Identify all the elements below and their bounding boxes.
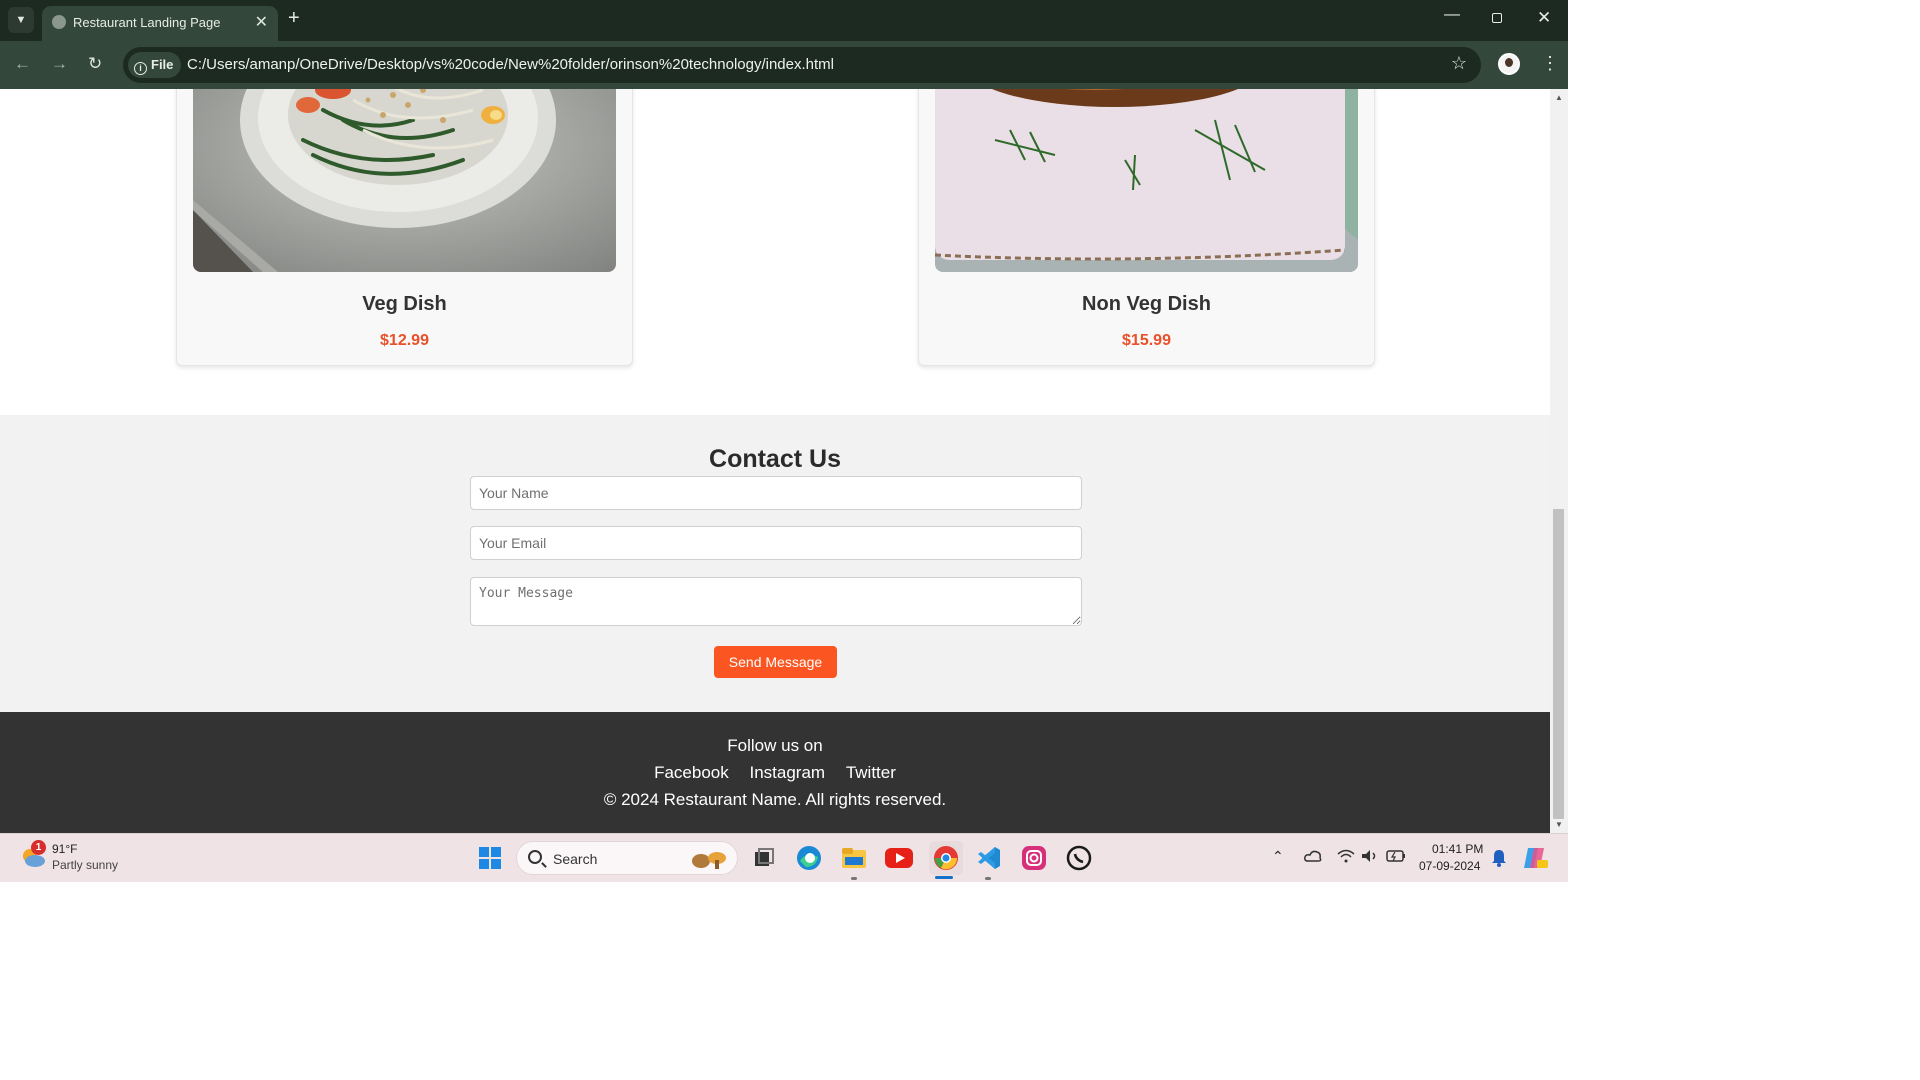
weather-notification-badge: 1 [31,840,46,855]
wifi-icon[interactable] [1337,849,1355,863]
page-viewport: Veg Dish $12.99 Non Veg Dish $15.99 Cont… [0,89,1550,833]
running-indicator [851,877,857,880]
notification-bell-icon[interactable] [1491,849,1507,867]
search-icon [528,850,542,864]
url-text[interactable]: C:/Users/amanp/OneDrive/Desktop/vs%20cod… [187,56,834,73]
active-app-indicator [935,876,953,879]
contact-section: Contact Us Send Message [0,415,1550,712]
task-view-icon[interactable] [750,844,778,872]
temperature[interactable]: 91°F [52,842,77,856]
name-field[interactable] [470,476,1082,510]
menu-card-nonveg: Non Veg Dish $15.99 [918,89,1375,366]
whatsapp-icon[interactable] [1065,844,1093,872]
windows-taskbar: 1 91°F Partly sunny Search ⌃ 01:41 PM 07… [0,833,1568,882]
bookmark-star-icon[interactable]: ☆ [1451,53,1467,74]
forward-arrow-icon[interactable]: → [51,54,68,74]
tab-close-icon[interactable]: ✕ [255,12,268,32]
back-arrow-icon[interactable]: ← [14,54,31,74]
address-bar[interactable]: i File C:/Users/amanp/OneDrive/Desktop/vs… [123,47,1481,83]
dish-price: $15.99 [1122,332,1171,349]
search-highlight-icon [692,852,726,869]
dish-price: $12.99 [380,332,429,349]
facebook-link[interactable]: Facebook [654,763,729,782]
instagram-icon[interactable] [1020,844,1048,872]
social-links: Facebook Instagram Twitter [0,763,1550,783]
reload-icon[interactable]: ↻ [88,54,102,74]
window-close-icon[interactable]: ✕ [1537,8,1551,28]
message-field[interactable] [470,577,1082,626]
instagram-link[interactable]: Instagram [750,763,826,782]
taskbar-search-box[interactable]: Search [516,841,738,875]
veg-dish-photo [193,89,616,272]
new-tab-plus-icon[interactable]: + [288,7,300,30]
follow-us-label: Follow us on [727,736,823,755]
page-scrollbar[interactable]: ▲ ▼ [1550,89,1568,833]
twitter-link[interactable]: Twitter [846,763,896,782]
weather-description[interactable]: Partly sunny [52,858,118,872]
email-field[interactable] [470,526,1082,560]
edge-browser-icon[interactable] [795,844,823,872]
onedrive-cloud-icon[interactable] [1304,850,1322,862]
profile-avatar[interactable] [1498,53,1520,75]
scrollbar-thumb[interactable] [1553,509,1564,819]
page-footer: Follow us on Facebook Instagram Twitter … [0,712,1550,833]
battery-icon[interactable] [1386,850,1406,862]
tab-title: Restaurant Landing Page [73,15,221,30]
copyright-text: © 2024 Restaurant Name. All rights reser… [603,790,947,809]
browser-toolbar: ← → ↻ i File C:/Users/amanp/OneDrive/Desk… [0,41,1568,89]
copilot-icon[interactable] [1522,846,1548,870]
volume-icon[interactable] [1361,849,1379,863]
window-restore-icon[interactable] [1492,13,1502,23]
tab-search-chevron-icon[interactable]: ▼ [8,7,34,33]
clock-date[interactable]: 07-09-2024 [1419,859,1480,873]
file-chip-label: File [151,57,174,72]
file-explorer-icon[interactable] [840,844,868,872]
search-label: Search [553,851,598,867]
browser-tab[interactable]: Restaurant Landing Page ✕ [42,6,278,41]
browser-tab-strip: ▼ Restaurant Landing Page ✕ + — ✕ [0,0,1568,41]
menu-card-veg: Veg Dish $12.99 [176,89,633,366]
show-hidden-icons-chevron-icon[interactable]: ⌃ [1272,848,1284,865]
running-indicator [985,877,991,880]
nonveg-dish-photo [935,89,1358,272]
send-message-button[interactable]: Send Message [714,646,837,678]
dish-name: Non Veg Dish [1082,293,1211,315]
scroll-up-arrow-icon[interactable]: ▲ [1555,93,1563,102]
contact-title: Contact Us [709,445,841,473]
browser-menu-icon[interactable]: ⋮ [1541,53,1559,74]
info-icon: i [134,62,147,75]
youtube-icon[interactable] [885,844,913,872]
chrome-browser-icon[interactable] [929,841,963,875]
windows-start-icon[interactable] [476,844,504,872]
vscode-icon[interactable] [975,844,1003,872]
clock-time[interactable]: 01:41 PM [1432,842,1483,856]
dish-name: Veg Dish [362,293,447,315]
site-info-chip[interactable]: i File [128,52,182,78]
scroll-down-arrow-icon[interactable]: ▼ [1555,820,1563,829]
window-minimize-icon[interactable]: — [1444,6,1460,24]
globe-icon [52,15,66,29]
